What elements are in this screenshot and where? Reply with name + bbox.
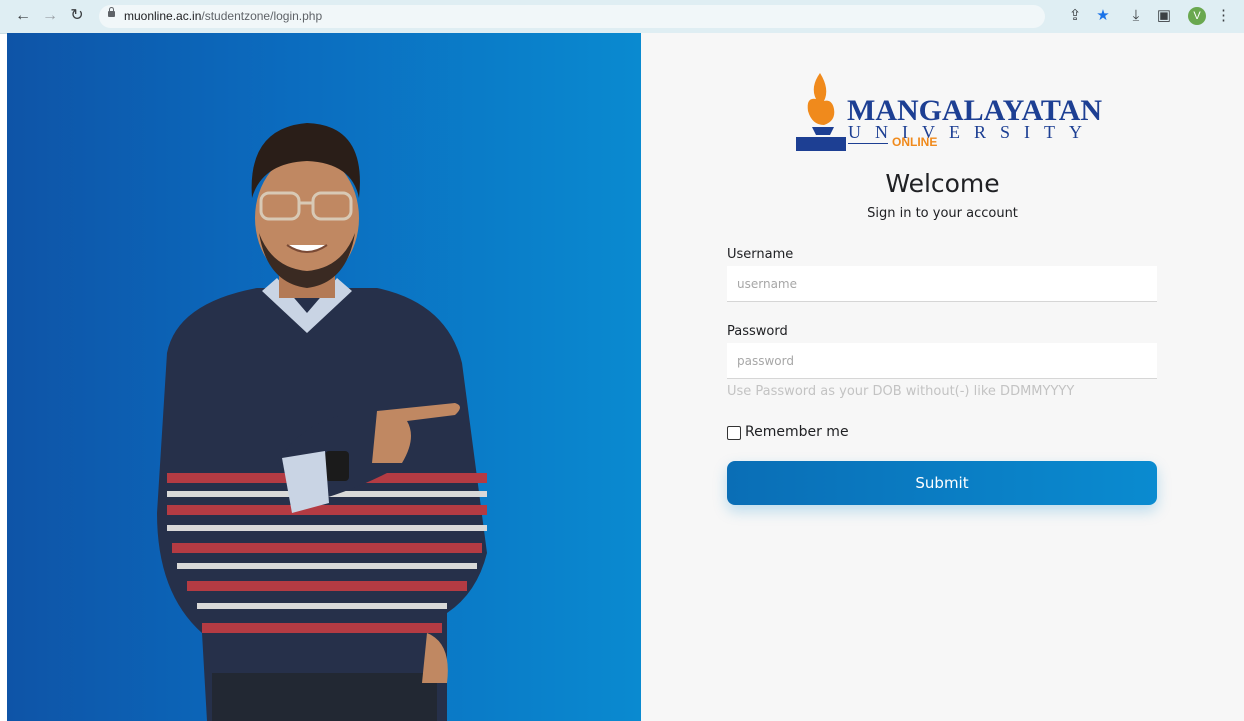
profile-avatar[interactable]: V: [1188, 7, 1206, 25]
university-logo: MANGALAYATAN UNIVERSITY: [790, 69, 1102, 155]
password-hint: Use Password as your DOB without(-) like…: [727, 384, 1075, 399]
browser-toolbar: ← → ↻ muonline.ac.in/studentzone/login.p…: [0, 0, 1244, 34]
menu-kebab-icon[interactable]: ⋮: [1216, 7, 1231, 25]
torch-emblem-icon: [796, 73, 846, 151]
hero-image: [7, 33, 641, 721]
logo-divider: [848, 143, 888, 144]
url-text: muonline.ac.in/studentzone/login.php: [124, 9, 323, 23]
username-input[interactable]: [727, 266, 1157, 302]
login-panel: MANGALAYATAN UNIVERSITY ONLINE Welcome S…: [641, 33, 1244, 721]
logo-subtitle: UNIVERSITY: [848, 122, 1096, 142]
side-panel-icon[interactable]: ▣: [1156, 7, 1172, 25]
bookmark-star-icon[interactable]: ★: [1095, 7, 1111, 25]
lock-icon: [108, 7, 115, 17]
welcome-heading: Welcome: [885, 169, 1000, 198]
username-label: Username: [727, 247, 794, 262]
download-icon[interactable]: ⤓: [1128, 7, 1144, 25]
reload-icon[interactable]: ↻: [67, 6, 87, 26]
submit-button[interactable]: Submit: [727, 461, 1157, 505]
signin-subtitle: Sign in to your account: [867, 206, 1018, 221]
back-arrow-icon[interactable]: ←: [13, 6, 33, 26]
password-label: Password: [727, 324, 788, 339]
share-icon[interactable]: ⇪: [1067, 7, 1083, 25]
forward-arrow-icon[interactable]: →: [40, 6, 60, 26]
student-photo: [157, 123, 487, 721]
address-bar[interactable]: muonline.ac.in/studentzone/login.php: [99, 5, 1045, 28]
remember-label: Remember me: [745, 424, 849, 440]
logo-online-tag: ONLINE: [892, 135, 938, 149]
remember-checkbox[interactable]: [727, 426, 741, 440]
password-input[interactable]: [727, 343, 1157, 379]
